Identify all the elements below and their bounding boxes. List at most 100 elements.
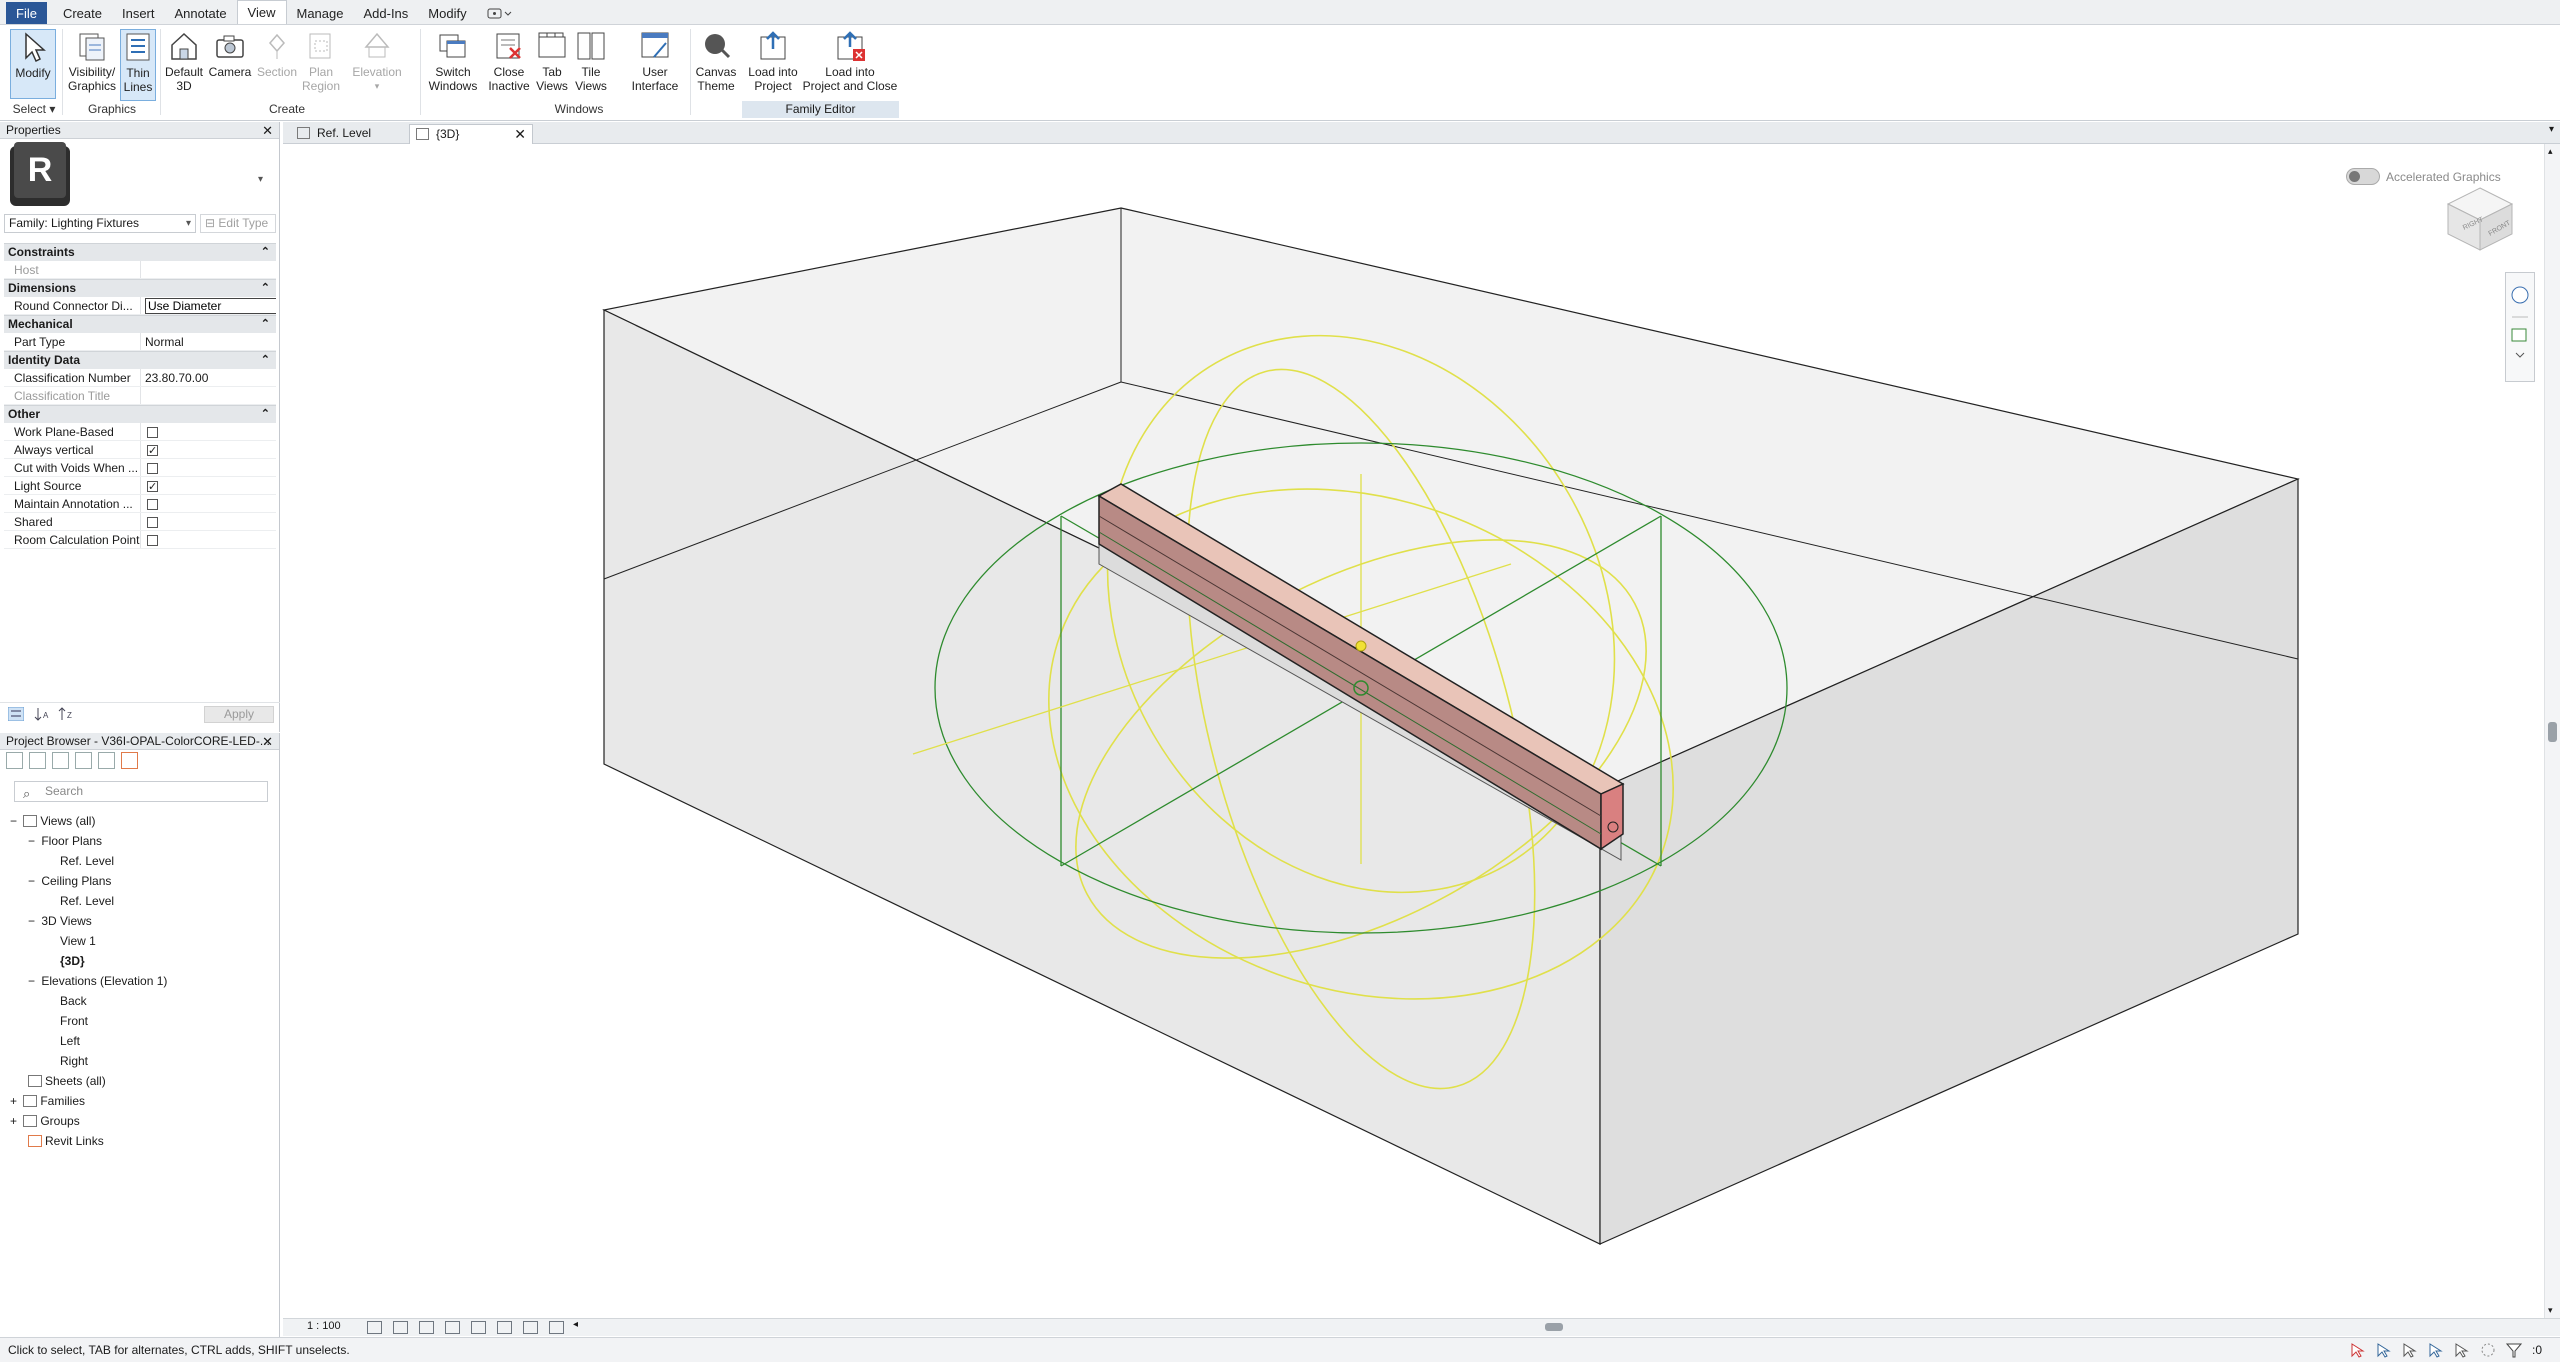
close-icon[interactable]: ✕ — [262, 733, 273, 750]
drag-elements-icon[interactable] — [2454, 1342, 2470, 1358]
section-mechanical[interactable]: Mechanical ⌃ — [4, 315, 276, 333]
sun-path-icon[interactable] — [419, 1321, 434, 1334]
chevron-down-icon[interactable] — [2515, 352, 2525, 358]
round-connector-field[interactable] — [145, 298, 276, 314]
scroll-thumb[interactable] — [2548, 722, 2557, 742]
sheet-icon[interactable] — [52, 752, 69, 769]
section-button[interactable]: Section — [254, 29, 300, 79]
collapse-icon[interactable]: − — [28, 873, 38, 889]
default-3d-button[interactable]: Default 3D — [162, 29, 206, 93]
type-selector-thumbnail[interactable]: R — [8, 142, 72, 208]
switch-windows-button[interactable]: Switch Windows — [424, 29, 482, 93]
select-by-face-icon[interactable] — [2428, 1342, 2444, 1358]
canvas-theme-button[interactable]: Canvas Theme — [692, 29, 740, 93]
user-interface-button[interactable]: User Interface — [626, 29, 684, 93]
section-other[interactable]: Other ⌃ — [4, 405, 276, 423]
scroll-left-icon[interactable]: ◂ — [573, 1319, 578, 1330]
select-pinned-icon[interactable] — [2402, 1342, 2418, 1358]
elevation-button[interactable]: Elevation ▾ — [348, 29, 406, 93]
view-scale[interactable]: 1 : 100 — [307, 1320, 341, 1332]
classification-number-value[interactable]: 23.80.70.00 — [141, 369, 276, 386]
section-dimensions[interactable]: Dimensions ⌃ — [4, 279, 276, 297]
collapse-icon[interactable]: − — [10, 813, 20, 829]
scroll-down-icon[interactable]: ▾ — [2548, 1305, 2553, 1316]
tree-sheets[interactable]: Sheets (all) — [28, 1073, 106, 1089]
room-calc-checkbox[interactable] — [147, 535, 158, 546]
tab-insert[interactable]: Insert — [112, 2, 165, 24]
type-selector-arrow-icon[interactable]: ▾ — [258, 174, 263, 185]
tab-3d[interactable]: {3D} ✕ — [409, 124, 533, 144]
tree-revit-links[interactable]: Revit Links — [28, 1133, 104, 1149]
home-icon[interactable] — [6, 752, 23, 769]
legend-icon[interactable] — [98, 752, 115, 769]
modify-button[interactable]: Modify — [10, 29, 56, 99]
view-filter-icon[interactable] — [29, 752, 46, 769]
tree-elevation-front[interactable]: Front — [60, 1013, 88, 1029]
toggle-switch[interactable] — [2346, 168, 2380, 185]
tree-ceiling-plan-ref-level[interactable]: Ref. Level — [60, 893, 114, 909]
load-into-project-close-button[interactable]: Load into Project and Close — [800, 29, 900, 93]
sort-ascending-icon[interactable]: A — [34, 707, 50, 721]
edit-type-button[interactable]: ⊟ Edit Type — [200, 214, 276, 233]
expand-icon[interactable]: + — [10, 1113, 20, 1129]
tree-ceiling-plans[interactable]: − Ceiling Plans — [28, 873, 111, 889]
visual-style-icon[interactable] — [393, 1321, 408, 1334]
sort-descending-icon[interactable]: Z — [58, 707, 74, 721]
steering-wheel-icon[interactable] — [2511, 286, 2529, 304]
camera-button[interactable]: Camera — [206, 29, 254, 79]
temporary-hide-icon[interactable] — [497, 1321, 512, 1334]
tree-elevation-back[interactable]: Back — [60, 993, 87, 1009]
section-constraints[interactable]: Constraints ⌃ — [4, 243, 276, 261]
tree-groups[interactable]: + Groups — [10, 1113, 80, 1129]
close-inactive-button[interactable]: Close Inactive — [484, 29, 534, 93]
tab-add-ins[interactable]: Add-Ins — [353, 2, 418, 24]
expand-icon[interactable]: + — [10, 1093, 20, 1109]
tab-ref-level[interactable]: Ref. Level — [291, 124, 407, 144]
tab-create[interactable]: Create — [53, 2, 112, 24]
scroll-thumb[interactable] — [1545, 1323, 1563, 1331]
shadows-icon[interactable] — [445, 1321, 460, 1334]
tree-floor-plans[interactable]: − Floor Plans — [28, 833, 102, 849]
work-plane-checkbox[interactable] — [147, 427, 158, 438]
background-process-icon[interactable] — [2480, 1342, 2496, 1358]
3d-view-canvas[interactable]: Accelerated Graphics RIGHT FRONT — [283, 144, 2544, 1318]
tree-views-all[interactable]: − Views (all) — [10, 813, 95, 829]
collapse-icon[interactable]: − — [28, 913, 38, 929]
tree-floor-plan-ref-level[interactable]: Ref. Level — [60, 853, 114, 869]
cut-voids-checkbox[interactable] — [147, 463, 158, 474]
tree-3d-current[interactable]: {3D} — [60, 953, 85, 969]
family-selector[interactable]: Family: Lighting Fixtures ▾ — [4, 214, 196, 233]
apply-button[interactable]: Apply — [204, 706, 274, 723]
light-source-checkbox[interactable] — [147, 478, 158, 494]
tree-view-1[interactable]: View 1 — [60, 933, 96, 949]
tree-elevation-left[interactable]: Left — [60, 1033, 80, 1049]
tree-3d-views[interactable]: − 3D Views — [28, 913, 92, 929]
part-type-value[interactable]: Normal — [141, 333, 276, 350]
select-dropdown[interactable]: Select ▾ — [10, 102, 58, 118]
crop-view-icon[interactable] — [549, 1321, 564, 1334]
tab-annotate[interactable]: Annotate — [165, 2, 237, 24]
close-icon[interactable]: ✕ — [514, 125, 526, 143]
categorized-sort-icon[interactable] — [8, 707, 24, 721]
scroll-up-icon[interactable]: ▴ — [2548, 146, 2553, 157]
tab-modify[interactable]: Modify — [418, 2, 476, 24]
filter-icon[interactable] — [2505, 1342, 2523, 1358]
zoom-icon[interactable] — [2511, 328, 2527, 342]
maintain-annotation-checkbox[interactable] — [147, 499, 158, 510]
tree-elevation-right[interactable]: Right — [60, 1053, 88, 1069]
ribbon-options-dropdown[interactable] — [477, 2, 523, 24]
vertical-scrollbar[interactable]: ▴ ▾ — [2544, 144, 2560, 1318]
always-vertical-checkbox[interactable] — [147, 442, 158, 458]
visibility-graphics-button[interactable]: Visibility/ Graphics — [66, 29, 118, 93]
schedule-icon[interactable] — [75, 752, 92, 769]
collapse-icon[interactable]: − — [28, 973, 38, 989]
plan-region-button[interactable]: Plan Region — [298, 29, 344, 93]
link-icon[interactable] — [121, 752, 138, 769]
light-source-point[interactable] — [1355, 640, 1367, 652]
tab-views-button[interactable]: Tab Views — [534, 29, 570, 93]
horizontal-scrollbar[interactable]: ◂ — [573, 1319, 2533, 1334]
viewcube[interactable]: RIGHT FRONT — [2440, 178, 2520, 258]
tree-elevations[interactable]: − Elevations (Elevation 1) — [28, 973, 167, 989]
tab-file[interactable]: File — [6, 2, 47, 24]
reveal-hidden-icon[interactable] — [523, 1321, 538, 1334]
